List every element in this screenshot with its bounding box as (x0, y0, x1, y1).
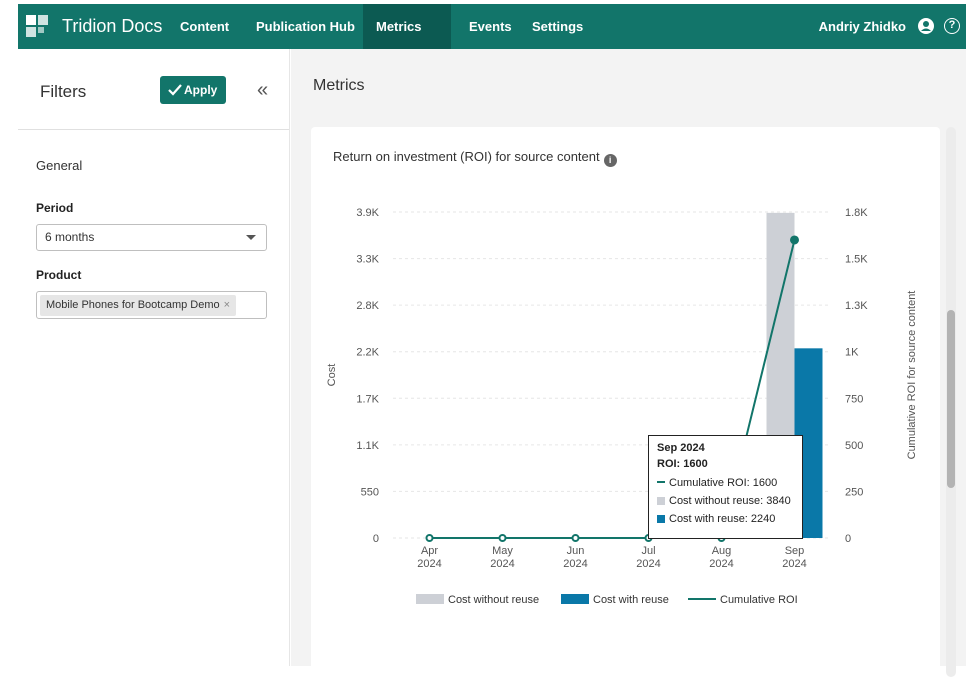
x-tick-label: Sep (785, 545, 805, 557)
help-icon[interactable]: ? (944, 18, 960, 34)
y-tick-label: 550 (361, 486, 379, 498)
y-axis-label: Cost (326, 364, 338, 387)
chart-tooltip: Sep 2024 ROI: 1600 Cumulative ROI: 1600 … (648, 435, 803, 539)
divider (18, 129, 289, 130)
x-tick-label: 2024 (782, 558, 806, 570)
legend-swatch (561, 594, 589, 604)
scrollbar[interactable] (946, 127, 956, 677)
legend-swatch (688, 598, 716, 600)
product-multiselect[interactable]: Mobile Phones for Bootcamp Demo × (36, 291, 267, 319)
legend-without-reuse[interactable]: Cost without reuse (416, 594, 539, 606)
y-tick-label: 1.1K (356, 440, 379, 452)
app-brand[interactable]: Tridion Docs (62, 16, 162, 37)
user-name[interactable]: Andriy Zhidko (819, 19, 906, 34)
x-tick-label: Jul (641, 545, 655, 557)
legend-label: Cumulative ROI (720, 594, 798, 606)
period-label: Period (36, 201, 74, 215)
scrollbar-thumb[interactable] (947, 310, 955, 488)
nav-publication-hub[interactable]: Publication Hub (256, 19, 355, 34)
y-tick-label: 3.9K (356, 207, 379, 219)
filters-sidebar: Filters Apply « General Period 6 months … (18, 49, 290, 666)
nav-content[interactable]: Content (180, 19, 229, 34)
y-tick-label: 0 (373, 533, 379, 545)
apply-button[interactable]: Apply (160, 76, 226, 104)
main-area: Metrics Return on investment (ROI) for s… (291, 49, 966, 677)
legend-label: Cost without reuse (448, 594, 540, 606)
period-select[interactable]: 6 months (36, 224, 267, 251)
tooltip-roi: ROI: 1600 (657, 458, 708, 470)
tooltip-cumulative: Cumulative ROI: 1600 (669, 477, 778, 489)
roi-card: Return on investment (ROI) for source co… (311, 127, 940, 677)
y2-tick-label: 1K (845, 347, 859, 359)
y2-tick-label: 1.5K (845, 254, 868, 266)
x-tick-label: 2024 (563, 558, 587, 570)
y2-axis-label: Cumulative ROI for source content (906, 291, 918, 460)
tridion-logo-icon (26, 15, 48, 37)
top-bar: Tridion Docs Content Publication Hub Met… (0, 0, 966, 49)
product-chip-label: Mobile Phones for Bootcamp Demo (46, 299, 220, 311)
tooltip-with-reuse: Cost with reuse: 2240 (669, 513, 776, 525)
roi-point (425, 534, 434, 542)
roi-point (498, 534, 507, 542)
tooltip-row: Cost without reuse: 3840 (657, 492, 794, 510)
roi-point (790, 235, 799, 245)
collapse-sidebar-icon[interactable]: « (257, 79, 268, 102)
nav-bar: Tridion Docs Content Publication Hub Met… (18, 4, 966, 49)
roi-point (571, 534, 580, 542)
y2-tick-label: 500 (845, 440, 863, 452)
tooltip-row: Cost with reuse: 2240 (657, 510, 794, 528)
filters-title: Filters (40, 82, 87, 101)
period-value: 6 months (45, 230, 95, 244)
user-avatar-icon[interactable] (918, 18, 934, 34)
x-tick-label: 2024 (636, 558, 660, 570)
tooltip-date: Sep 2024 (657, 442, 705, 454)
nav-settings[interactable]: Settings (532, 19, 583, 34)
y2-tick-label: 1.3K (845, 300, 868, 312)
y2-tick-label: 1.8K (845, 207, 868, 219)
remove-chip-icon[interactable]: × (224, 299, 230, 311)
y-tick-label: 1.7K (356, 393, 379, 405)
x-tick-label: Apr (421, 545, 438, 557)
x-tick-label: 2024 (417, 558, 441, 570)
x-tick-label: Jun (567, 545, 585, 557)
line-swatch (657, 481, 665, 483)
nav-metrics[interactable]: Metrics (376, 19, 422, 34)
y-tick-label: 3.3K (356, 254, 379, 266)
y2-tick-label: 0 (845, 533, 851, 545)
y-tick-label: 2.2K (356, 347, 379, 359)
legend-swatch (416, 594, 444, 604)
x-tick-label: 2024 (709, 558, 733, 570)
y2-tick-label: 750 (845, 393, 863, 405)
bar-swatch (657, 497, 665, 505)
y2-tick-label: 250 (845, 486, 863, 498)
apply-button-label: Apply (184, 83, 218, 97)
y-tick-label: 2.8K (356, 300, 379, 312)
roi-chart: 0 550 1.1K 1.7K 2.2K 2.8K 3.3K 3.9K 0 250 500 750 1K… (326, 207, 918, 570)
product-chip: Mobile Phones for Bootcamp Demo × (40, 295, 237, 316)
legend-cumulative-roi[interactable]: Cumulative ROI (688, 594, 798, 606)
product-label: Product (36, 268, 82, 282)
nav-events[interactable]: Events (469, 19, 512, 34)
x-tick-label: 2024 (490, 558, 514, 570)
section-general: General (36, 158, 83, 173)
check-icon (168, 84, 182, 96)
bar-swatch (657, 515, 665, 523)
tooltip-row: Cumulative ROI: 1600 (657, 474, 794, 492)
x-tick-label: Aug (712, 545, 732, 557)
legend-label: Cost with reuse (593, 594, 669, 606)
tooltip-without-reuse: Cost without reuse: 3840 (669, 495, 791, 507)
chevron-down-icon (246, 235, 256, 240)
page-title: Metrics (313, 77, 365, 94)
x-tick-label: May (492, 545, 513, 557)
legend-with-reuse[interactable]: Cost with reuse (561, 594, 669, 606)
